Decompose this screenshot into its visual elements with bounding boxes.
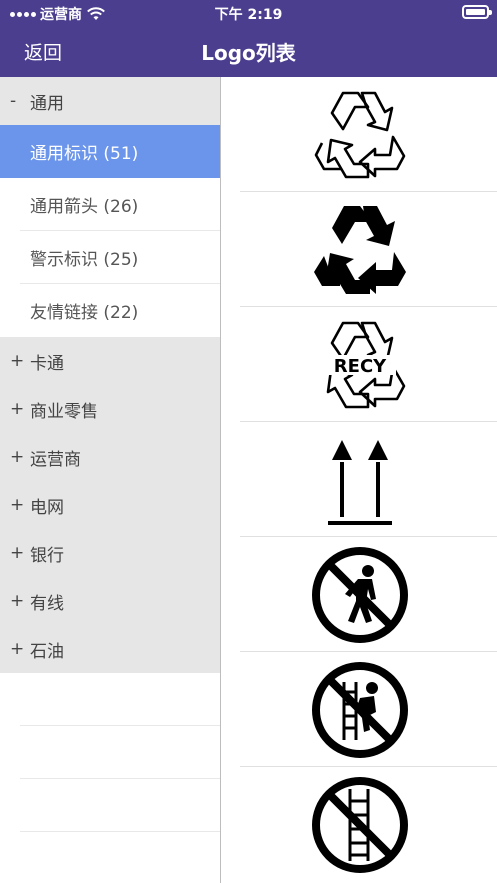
this-way-up-icon — [327, 439, 392, 525]
empty-row — [0, 673, 220, 726]
logo-cell[interactable]: RECY — [222, 307, 497, 422]
group-label: 卡通 — [30, 353, 64, 374]
group-row-retail[interactable]: + 商业零售 — [0, 385, 220, 433]
sub-item-general-arrows[interactable]: 通用箭头 (26) — [0, 178, 220, 231]
expand-icon: + — [10, 543, 25, 563]
page-title: Logo列表 — [201, 41, 296, 65]
group-label: 通用 — [30, 93, 64, 114]
logo-cell[interactable] — [222, 77, 497, 192]
group-label: 银行 — [30, 545, 64, 566]
logo-cell[interactable] — [222, 192, 497, 307]
sub-item-general-signs[interactable]: 通用标识 (51) — [0, 125, 220, 178]
group-row-general[interactable]: - 通用 — [0, 77, 220, 125]
sub-item-label: 友情链接 (22) — [30, 303, 139, 323]
top-bar: 运营商 下午 2:19 返回 Logo列表 — [0, 0, 497, 77]
expand-icon: + — [10, 399, 25, 419]
sub-item-label: 通用标识 (51) — [30, 144, 139, 164]
empty-row — [0, 832, 220, 883]
expand-icon: + — [10, 351, 25, 371]
battery-icon — [462, 5, 492, 19]
logo-cell[interactable] — [222, 767, 497, 882]
group-row-cartoon[interactable]: + 卡通 — [0, 337, 220, 385]
logo-cell[interactable] — [222, 422, 497, 537]
group-label: 有线 — [30, 593, 64, 614]
no-ladder-icon — [311, 776, 408, 873]
recycle-outline-icon — [314, 91, 405, 178]
recycle-text-icon: RECY — [323, 321, 405, 408]
collapse-icon: - — [10, 91, 17, 111]
group-label: 电网 — [30, 497, 64, 518]
group-row-cable[interactable]: + 有线 — [0, 577, 220, 625]
logo-cell[interactable] — [222, 652, 497, 767]
logo-text: RECY — [333, 356, 386, 377]
sub-item-warning-signs[interactable]: 警示标识 (25) — [0, 231, 220, 284]
empty-row — [0, 726, 220, 779]
recycle-solid-icon — [313, 205, 406, 294]
expand-icon: + — [10, 447, 25, 467]
nav-bar: 返回 Logo列表 — [0, 26, 497, 77]
sub-item-label: 通用箭头 (26) — [30, 197, 139, 217]
no-climbing-ladder-icon — [311, 661, 408, 758]
group-row-oil[interactable]: + 石油 — [0, 625, 220, 673]
group-row-power-grid[interactable]: + 电网 — [0, 481, 220, 529]
sub-item-label: 警示标识 (25) — [30, 250, 139, 270]
expand-icon: + — [10, 639, 25, 659]
group-label: 石油 — [30, 641, 64, 662]
expand-icon: + — [10, 591, 25, 611]
logo-cell[interactable] — [222, 537, 497, 652]
expand-icon: + — [10, 495, 25, 515]
group-row-carrier[interactable]: + 运营商 — [0, 433, 220, 481]
status-time: 下午 2:19 — [214, 7, 283, 23]
sub-item-friend-links[interactable]: 友情链接 (22) — [0, 284, 220, 337]
no-pedestrian-icon — [311, 546, 408, 643]
category-list[interactable]: - 通用 通用标识 (51) 通用箭头 (26) 警示标识 (25) 友情链接 … — [0, 77, 221, 883]
group-label: 运营商 — [30, 449, 81, 470]
logo-list[interactable]: RECY — [222, 77, 497, 883]
empty-row — [0, 779, 220, 832]
group-row-bank[interactable]: + 银行 — [0, 529, 220, 577]
status-bar: 运营商 下午 2:19 — [0, 0, 497, 26]
group-label: 商业零售 — [30, 401, 98, 422]
